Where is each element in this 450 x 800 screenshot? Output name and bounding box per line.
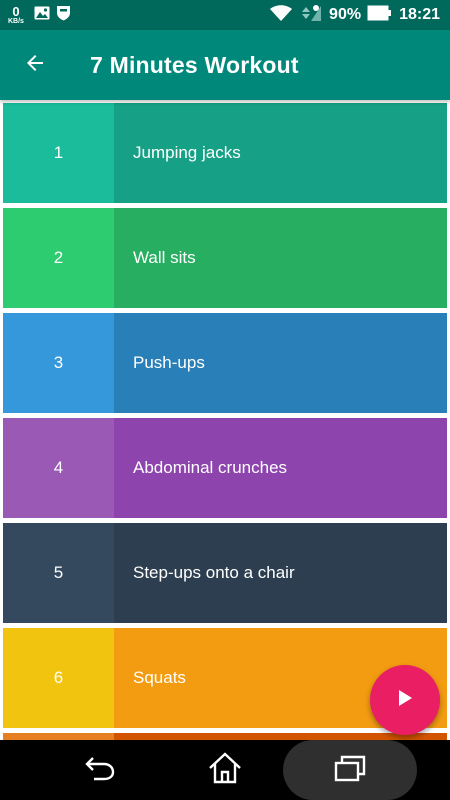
exercise-row[interactable]: 5 Step-ups onto a chair bbox=[3, 523, 447, 623]
exercise-name: Jumping jacks bbox=[114, 103, 447, 203]
battery-icon bbox=[367, 5, 393, 26]
network-speed-value: 0 bbox=[12, 4, 20, 19]
status-left: 0 KB/s bbox=[8, 5, 71, 26]
back-button[interactable] bbox=[0, 30, 70, 100]
nav-home-button[interactable] bbox=[195, 740, 255, 800]
nav-recents-button[interactable] bbox=[320, 740, 380, 800]
image-icon bbox=[34, 6, 50, 25]
app-bar: 7 Minutes Workout bbox=[0, 30, 450, 100]
exercise-name: Wall sits bbox=[114, 208, 447, 308]
exercise-number: 1 bbox=[3, 103, 114, 203]
arrow-back-icon bbox=[23, 51, 47, 80]
exercise-number: 3 bbox=[3, 313, 114, 413]
home-icon bbox=[208, 751, 242, 789]
page-title: 7 Minutes Workout bbox=[90, 51, 299, 78]
exercise-number: 2 bbox=[3, 208, 114, 308]
exercise-list: 1 Jumping jacks 2 Wall sits 3 Push-ups 4 Abdomi… bbox=[0, 100, 450, 740]
shield-icon bbox=[56, 5, 71, 26]
play-icon bbox=[397, 689, 413, 712]
recents-icon bbox=[333, 753, 367, 788]
exercise-row[interactable]: 3 Push-ups bbox=[3, 313, 447, 413]
network-speed: 0 KB/s bbox=[8, 5, 24, 25]
status-bar: 0 KB/s 90% 18:21 bbox=[0, 0, 450, 30]
nav-back-button[interactable] bbox=[70, 740, 130, 800]
battery-percent: 90% bbox=[329, 6, 362, 23]
network-speed-unit: KB/s bbox=[8, 18, 24, 25]
exercise-name: Push-ups bbox=[114, 313, 447, 413]
clock: 18:21 bbox=[399, 6, 440, 23]
play-button[interactable] bbox=[370, 665, 440, 735]
exercise-row[interactable]: 4 Abdominal crunches bbox=[3, 418, 447, 518]
exercise-number: 6 bbox=[3, 628, 114, 728]
nav-back-icon bbox=[84, 754, 116, 787]
exercise-name: Step-ups onto a chair bbox=[114, 523, 447, 623]
exercise-row[interactable]: 2 Wall sits bbox=[3, 208, 447, 308]
exercise-number: 4 bbox=[3, 418, 114, 518]
status-right: 90% 18:21 bbox=[269, 4, 440, 27]
exercise-row[interactable] bbox=[3, 733, 447, 740]
wifi-icon bbox=[269, 4, 293, 27]
exercise-name: Abdominal crunches bbox=[114, 418, 447, 518]
signal-icon bbox=[299, 4, 323, 27]
exercise-row[interactable]: 1 Jumping jacks bbox=[3, 103, 447, 203]
navigation-bar bbox=[0, 740, 450, 800]
exercise-number bbox=[3, 733, 114, 740]
exercise-number: 5 bbox=[3, 523, 114, 623]
